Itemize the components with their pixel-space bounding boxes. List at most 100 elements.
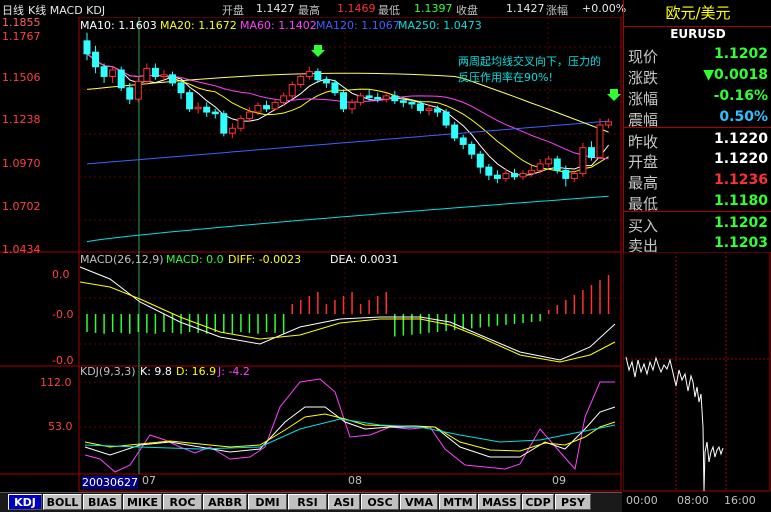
intraday-chart[interactable] xyxy=(623,252,771,492)
candle-body xyxy=(348,101,356,110)
macd-panel xyxy=(79,266,616,363)
j-value: J: -4.2 xyxy=(218,365,250,378)
candle-body xyxy=(416,103,424,111)
high-value: 1.1469 xyxy=(337,2,376,15)
candle-body xyxy=(399,100,407,103)
candle-body xyxy=(297,75,305,86)
candle-body xyxy=(553,158,561,171)
quote-row: 昨收 1.1220 xyxy=(624,127,771,151)
close-value: 1.1427 xyxy=(506,2,545,15)
candle-body xyxy=(408,101,416,105)
tab-asi[interactable]: ASI xyxy=(328,494,360,510)
candle-body xyxy=(194,106,202,110)
quote-row-value: 1.1180 xyxy=(713,193,768,209)
dea-line xyxy=(79,281,616,363)
candle-body xyxy=(374,97,382,100)
open-value: 1.1427 xyxy=(256,2,295,15)
candle-body xyxy=(169,74,176,84)
candle-body xyxy=(519,173,527,178)
price-axis-label: 1.1855 xyxy=(2,16,41,29)
price-axis-label: 1.1506 xyxy=(2,71,41,84)
price-axis-label: 1.1767 xyxy=(2,30,41,43)
quote-row-value: 1.1203 xyxy=(713,235,768,251)
tab-boll[interactable]: BOLL xyxy=(43,494,82,510)
diff-line xyxy=(79,266,616,361)
candle-body xyxy=(331,82,339,94)
quote-row: 卖出 1.1203 xyxy=(624,232,771,255)
candle-body xyxy=(511,173,518,178)
price-axis-label: 1.1238 xyxy=(2,113,41,126)
quote-row-value: ▼0.0018 xyxy=(703,67,768,83)
tab-roc[interactable]: ROC xyxy=(163,494,202,510)
quote-row: 开盘 1.1220 xyxy=(624,148,771,171)
symbol-title: 欧元/美元 xyxy=(624,0,771,27)
quote-row: 最低 1.1180 xyxy=(624,190,771,213)
kdj-name: KDJ(9,3,3) xyxy=(80,365,136,378)
candle-body xyxy=(340,92,347,110)
macd-value: MACD: 0.0 xyxy=(166,253,224,266)
tab-psy[interactable]: PSY xyxy=(555,494,591,510)
quote-row: 买入 1.1202 xyxy=(624,211,771,235)
tab-kdj[interactable]: KDJ xyxy=(8,494,42,510)
quote-row: 最高 1.1236 xyxy=(624,169,771,192)
tab-dmi[interactable]: DMI xyxy=(248,494,287,510)
macd-axis-label: 0.0 xyxy=(52,268,70,281)
change-label: 涨幅 xyxy=(546,4,568,17)
intraday-time-label: 08:00 xyxy=(677,494,709,507)
tab-mike[interactable]: MIKE xyxy=(123,494,162,510)
change-value: +0.00% xyxy=(582,2,627,15)
kdj-axis-label: 53.0 xyxy=(48,420,73,433)
candle-body xyxy=(314,71,322,81)
candle-body xyxy=(570,173,578,179)
candle-body xyxy=(476,153,484,168)
candle-body xyxy=(109,69,117,77)
symbol-code: EURUSD xyxy=(670,27,726,41)
candle-body xyxy=(245,111,253,120)
ma120-label: MA120: 1.1067 xyxy=(316,19,400,32)
tab-rsi[interactable]: RSI xyxy=(288,494,327,510)
open-label: 开盘 xyxy=(222,4,244,17)
d-line xyxy=(84,413,616,452)
candle-body xyxy=(459,137,467,145)
quote-row-value: 1.1236 xyxy=(713,172,768,188)
candle-body xyxy=(177,82,185,94)
candle-body xyxy=(322,79,330,84)
tab-cdp[interactable]: CDP xyxy=(522,494,554,510)
ma60-label: MA60: 1.1402 xyxy=(240,19,317,32)
tab-mass[interactable]: MASS xyxy=(478,494,521,510)
ma20-label: MA20: 1.1672 xyxy=(160,19,237,32)
ma120-line xyxy=(86,120,609,165)
close-label: 收盘 xyxy=(456,4,478,17)
month-label: 08 xyxy=(348,474,362,487)
candle-body xyxy=(143,67,151,82)
month-label: 07 xyxy=(142,474,156,487)
tab-bias[interactable]: BIAS xyxy=(83,494,122,510)
annotation-line-2: 反压作用率在90%! xyxy=(458,71,553,84)
candle-body xyxy=(263,105,271,110)
macd-name: MACD(26,12,9) xyxy=(80,253,164,266)
kdj-axis-label: 112.0 xyxy=(40,376,72,389)
tab-arbr[interactable]: ARBR xyxy=(203,494,247,510)
tab-mtm[interactable]: MTM xyxy=(439,494,477,510)
candle-body xyxy=(587,147,595,158)
down-arrow-marker xyxy=(311,45,325,57)
quote-row: 震幅 0.50% xyxy=(624,106,771,129)
candle-body xyxy=(100,66,108,77)
tab-vma[interactable]: VMA xyxy=(400,494,438,510)
quote-info-panel: 欧元/美元 EURUSD 现价 1.1202 涨跌 ▼0.0018 涨幅 -0.16% 震幅… xyxy=(623,0,771,255)
candle-body xyxy=(288,84,296,97)
tab-osc[interactable]: OSC xyxy=(361,494,399,510)
down-arrow-marker xyxy=(607,89,621,101)
candle-body xyxy=(160,74,168,77)
quote-row-value: 1.1202 xyxy=(713,46,768,62)
price-axis-label: 1.0434 xyxy=(2,243,41,256)
candle-body xyxy=(579,147,587,175)
price-axis-label: 1.0970 xyxy=(2,157,41,170)
ma250-label: MA250: 1.0473 xyxy=(398,19,482,32)
ma10-label: MA10: 1.1603 xyxy=(80,19,157,32)
k-line xyxy=(84,406,616,458)
candle-body xyxy=(605,121,613,126)
candle-body xyxy=(83,40,91,55)
dea-value: DEA: 0.0031 xyxy=(330,253,399,266)
month-label: 09 xyxy=(552,474,566,487)
